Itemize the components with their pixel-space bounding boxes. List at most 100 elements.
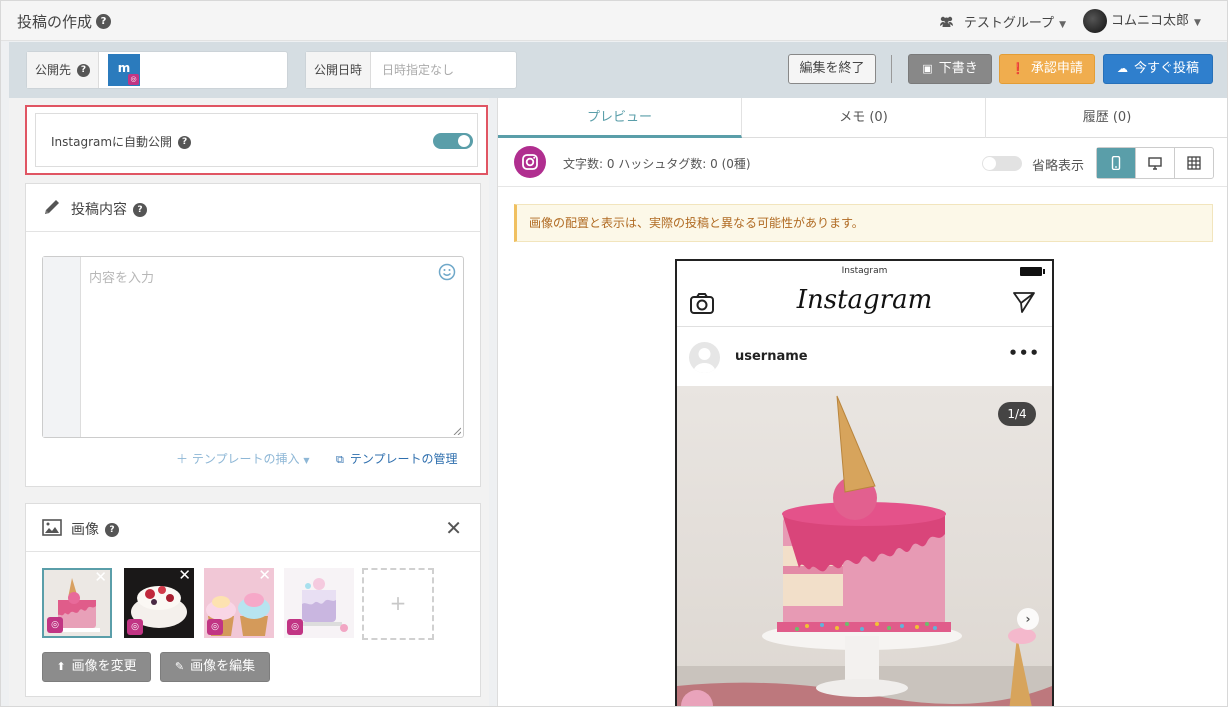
instagram-icon: ◎ (128, 74, 139, 85)
remove-icon[interactable]: ✕ (178, 568, 191, 584)
content-editor[interactable]: 内容を入力 (42, 256, 464, 438)
publish-date-field[interactable]: 公開日時 日時指定なし (305, 51, 517, 89)
header: 投稿の作成? テストグループ ▼ コムニコ太郎 ▼ (1, 1, 1227, 41)
image-thumbnail[interactable]: ✕ ◎ (204, 568, 274, 638)
image-icon (42, 519, 62, 536)
instagram-icon (514, 146, 546, 178)
help-icon[interactable]: ? (178, 136, 192, 149)
avatar (1083, 9, 1107, 33)
chevron-down-icon: ▼ (303, 456, 310, 465)
image-card: 画像? ✕ ✕ ◎ ✕ ◎ ✕ ◎ ◎ + ⬆ 画像を変更 ✎ 画像を編集 (25, 503, 481, 697)
tab-history[interactable]: 履歴 (0) (986, 98, 1227, 138)
help-icon[interactable]: ? (77, 64, 91, 77)
draft-button[interactable]: ▣ 下書き (908, 54, 992, 84)
image-card-header: 画像? ✕ (26, 504, 480, 552)
image-counter: 1/4 (998, 402, 1036, 426)
post-header: username ••• (677, 327, 1052, 386)
status-title: Instagram (841, 266, 888, 276)
destination-label-text: 公開先 (35, 63, 72, 77)
remove-icon[interactable]: ✕ (94, 570, 107, 586)
instagram-icon: ◎ (287, 619, 303, 635)
image-thumbnail[interactable]: ✕ ◎ (124, 568, 194, 638)
image-thumbnail[interactable]: ◎ (284, 568, 354, 638)
toolbar-divider (891, 55, 892, 83)
template-manage-label: テンプレートの管理 (349, 452, 458, 466)
external-link-icon: ⧉ (336, 453, 344, 466)
help-icon[interactable]: ? (133, 203, 147, 217)
post-image: 1/4 › (677, 386, 1052, 706)
tab-preview[interactable]: プレビュー (498, 98, 742, 138)
phone-preview: Instagram Instagram username ••• 1/4 › (675, 259, 1054, 706)
user-menu[interactable]: コムニコ太郎 ▼ (1083, 9, 1201, 33)
content-title: 投稿内容? (71, 199, 147, 219)
help-icon[interactable]: ? (96, 14, 112, 29)
post-avatar (689, 342, 720, 373)
chevron-right-icon[interactable]: › (1017, 608, 1039, 630)
change-image-button[interactable]: ⬆ 画像を変更 (42, 652, 151, 682)
group-name: テストグループ (963, 16, 1055, 31)
image-title: 画像? (71, 519, 119, 539)
remove-icon[interactable]: ✕ (258, 568, 271, 584)
auto-publish-highlight: Instagramに自動公開? (25, 105, 488, 175)
desktop-view-button[interactable] (1136, 148, 1175, 178)
right-panel: プレビュー メモ (0) 履歴 (0) 文字数: 0 ハッシュタグ数: 0 (0… (497, 98, 1227, 706)
publish-date-label: 公開日時 (306, 52, 372, 88)
group-selector[interactable]: テストグループ ▼ (939, 12, 1066, 31)
account-avatar[interactable]: m ◎ (108, 54, 140, 86)
desktop-icon (1148, 157, 1162, 170)
template-manage-link[interactable]: ⧉ テンプレートの管理 (336, 450, 458, 467)
resize-handle-icon[interactable] (453, 427, 461, 435)
left-panel: Instagramに自動公開? 投稿内容? 内容を入力 ＋ テンプレートの挿入 … (9, 98, 489, 706)
phone-status-bar: Instagram (677, 261, 1052, 281)
save-icon: ▣ (922, 62, 933, 75)
emoji-icon[interactable] (438, 263, 456, 281)
destination-field[interactable]: 公開先? m ◎ (26, 51, 288, 89)
page-title-text: 投稿の作成 (17, 13, 93, 31)
content-input[interactable]: 内容を入力 (89, 267, 154, 286)
mobile-view-button[interactable] (1097, 148, 1136, 178)
destination-label: 公開先? (27, 52, 100, 88)
more-icon: ••• (1008, 344, 1040, 362)
edit-icon: ✎ (174, 660, 185, 673)
image-title-text: 画像 (71, 522, 99, 538)
cake-photo (677, 386, 1052, 706)
battery-icon (1020, 267, 1045, 276)
instagram-header: Instagram (677, 281, 1052, 327)
alert-icon: ❗ (1011, 62, 1025, 75)
toggle-knob (458, 135, 470, 147)
help-icon[interactable]: ? (105, 523, 119, 537)
add-image-button[interactable]: + (362, 568, 434, 640)
instagram-icon: ◎ (47, 617, 63, 633)
users-icon (939, 16, 958, 30)
plus-icon: ＋ (176, 452, 189, 466)
grid-view-button[interactable] (1175, 148, 1214, 178)
auto-publish-text: Instagramに自動公開 (51, 135, 173, 149)
page-title: 投稿の作成? (17, 11, 112, 32)
content-title-text: 投稿内容 (71, 202, 127, 218)
pencil-icon (45, 200, 59, 214)
image-thumbnail[interactable]: ✕ ◎ (42, 568, 112, 638)
mobile-icon (1111, 156, 1121, 170)
auto-publish-card: Instagramに自動公開? (35, 113, 478, 167)
editor-gutter (43, 257, 81, 437)
edit-image-button[interactable]: ✎ 画像を編集 (160, 652, 270, 682)
auto-publish-toggle[interactable] (433, 133, 473, 149)
approval-button[interactable]: ❗ 承認申請 (999, 54, 1095, 84)
user-name: コムニコ太郎 (1111, 13, 1190, 29)
content-card: 投稿内容? 内容を入力 ＋ テンプレートの挿入 ▼ ⧉ テンプレートの管理 (25, 183, 481, 487)
close-icon[interactable]: ✕ (445, 516, 462, 540)
chevron-down-icon: ▼ (1194, 17, 1201, 28)
omit-display-toggle[interactable] (982, 156, 1022, 171)
edit-image-label: 画像を編集 (190, 659, 256, 674)
tab-memo[interactable]: メモ (0) (742, 98, 986, 138)
character-count: 文字数: 0 ハッシュタグ数: 0 (0種) (563, 157, 751, 171)
instagram-icon: ◎ (127, 619, 143, 635)
post-now-button[interactable]: ☁ 今すぐ投稿 (1103, 54, 1213, 84)
content-card-header: 投稿内容? (26, 184, 480, 232)
instagram-logo: Instagram (796, 285, 933, 315)
template-insert-dropdown[interactable]: ＋ テンプレートの挿入 ▼ (176, 450, 309, 467)
preview-notice: 画像の配置と表示は、実際の投稿と異なる可能性があります。 (514, 204, 1213, 242)
publish-date-input[interactable]: 日時指定なし (382, 52, 454, 88)
end-edit-button[interactable]: 編集を終了 (788, 54, 876, 84)
tab-bar: プレビュー メモ (0) 履歴 (0) (498, 98, 1227, 138)
